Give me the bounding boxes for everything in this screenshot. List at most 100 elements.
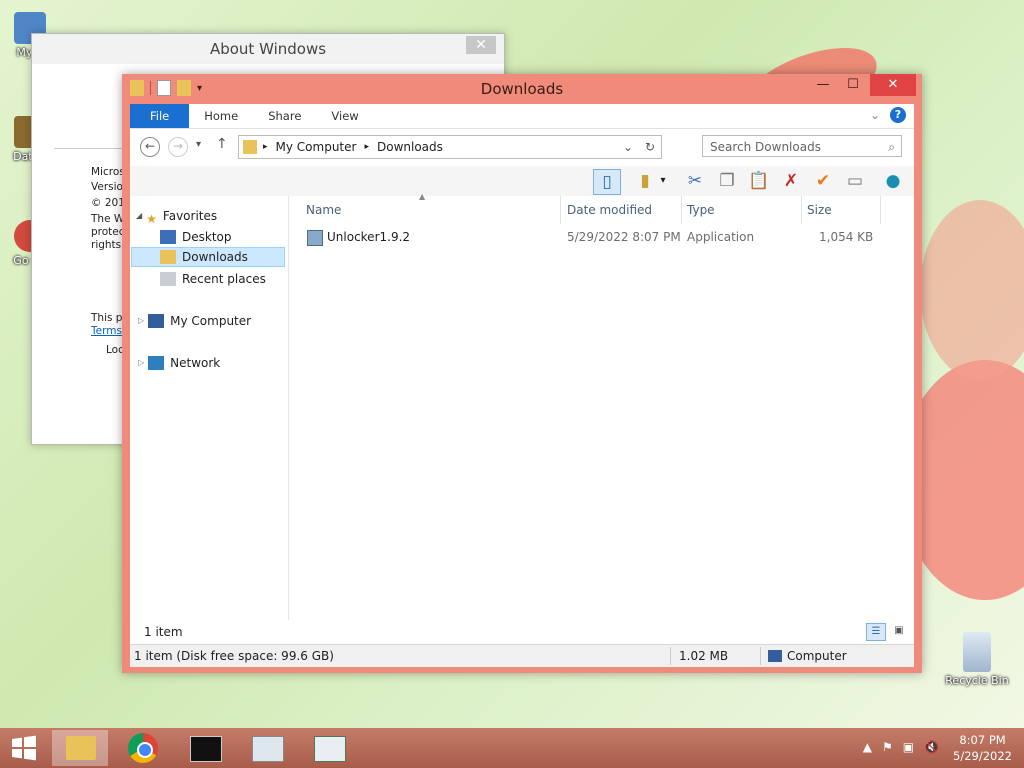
nav-recent-places[interactable]: Recent places xyxy=(160,269,266,289)
desktop-icon-label: Recycle Bin xyxy=(945,674,1009,687)
nav-label: My Computer xyxy=(170,314,252,328)
taskbar-explorer[interactable] xyxy=(52,730,108,766)
expand-ribbon-icon[interactable]: ⌄ xyxy=(870,108,880,122)
expand-arrow-icon[interactable]: ▷ xyxy=(138,311,144,331)
file-type: Application xyxy=(687,230,755,244)
column-divider xyxy=(801,196,802,224)
tab-view[interactable]: View xyxy=(316,104,373,128)
action-center-flag-icon[interactable]: ⚑ xyxy=(882,740,893,754)
delete-icon[interactable]: ✗ xyxy=(778,169,804,193)
monitor-icon xyxy=(252,736,284,762)
chevron-down-icon[interactable]: ▾ xyxy=(656,169,670,193)
volume-muted-icon[interactable]: 🔇 xyxy=(924,740,939,754)
explorer-window: ▾ Downloads — ☐ ✕ File Home Share View ⌄… xyxy=(122,74,922,673)
star-icon: ★ xyxy=(146,212,157,226)
tab-file[interactable]: File xyxy=(130,104,190,128)
breadcrumb-downloads[interactable]: Downloads xyxy=(377,140,443,154)
nav-favorites[interactable]: ◢ ★ Favorites xyxy=(136,206,217,226)
maximize-button[interactable]: ☐ xyxy=(838,74,868,96)
breadcrumb-my-computer[interactable]: My Computer xyxy=(276,140,357,154)
window-app-icon xyxy=(314,736,346,762)
back-button[interactable]: ← xyxy=(140,137,160,157)
about-text-line: © 201 xyxy=(91,197,125,209)
column-divider xyxy=(880,196,881,224)
select-folder-icon[interactable]: ▮ xyxy=(632,169,658,193)
taskbar-chrome[interactable] xyxy=(116,730,172,766)
about-titlebar[interactable]: About Windows ✕ xyxy=(32,34,504,64)
nav-label: Network xyxy=(170,356,221,370)
search-input[interactable]: Search Downloads ⌕ xyxy=(702,135,902,157)
item-count-bar: 1 item ☰ ▣ xyxy=(130,620,914,644)
taskbar: ▲ ⚑ ▣ 🔇 8:07 PM 5/29/2022 xyxy=(0,728,1024,768)
item-count: 1 item xyxy=(144,625,183,639)
taskbar-performance-monitor[interactable] xyxy=(240,730,296,766)
column-header-type[interactable]: Type xyxy=(687,200,715,220)
about-terms-link[interactable]: Terms xyxy=(91,325,122,337)
tab-share[interactable]: Share xyxy=(253,104,316,128)
column-header-name[interactable]: Name xyxy=(306,200,341,220)
nav-downloads[interactable]: Downloads xyxy=(131,247,285,267)
wallpaper-petal xyxy=(920,200,1024,380)
file-row[interactable]: Unlocker1.9.2 5/29/2022 8:07 PM Applicat… xyxy=(299,226,879,248)
nav-network[interactable]: ▷ Network xyxy=(138,353,220,373)
status-location: Computer xyxy=(787,649,847,663)
file-size: 1,054 KB xyxy=(819,230,874,244)
collapse-arrow-icon[interactable]: ◢ xyxy=(136,206,142,226)
file-date: 5/29/2022 8:07 PM xyxy=(567,230,681,244)
clock[interactable]: 8:07 PM 5/29/2022 xyxy=(953,732,1012,764)
ribbon-right: ⌄ ? xyxy=(870,107,906,123)
address-bar-row: ← → ▾ ↑ ▸ My Computer ▸ Downloads ⌄ ↻ Se… xyxy=(130,128,914,167)
expand-arrow-icon[interactable]: ▷ xyxy=(138,353,144,373)
show-hidden-icons-icon[interactable]: ▲ xyxy=(863,740,872,754)
preview-pane-icon[interactable]: ▯ xyxy=(593,169,621,195)
column-divider xyxy=(681,196,682,224)
details-view-icon[interactable]: ☰ xyxy=(866,623,886,641)
large-icons-view-icon[interactable]: ▣ xyxy=(890,623,908,639)
start-button[interactable] xyxy=(0,730,48,766)
about-title: About Windows xyxy=(209,40,327,58)
nav-my-computer[interactable]: ▷ My Computer xyxy=(138,311,251,331)
help-button[interactable]: ? xyxy=(890,107,906,123)
desktop-icon-recycle-bin[interactable]: Recycle Bin xyxy=(942,632,1012,687)
breadcrumb-separator: ▸ xyxy=(263,142,268,152)
tab-home[interactable]: Home xyxy=(189,104,253,128)
about-text-line: protec xyxy=(91,226,125,238)
checkmark-icon[interactable]: ✔ xyxy=(810,169,836,193)
column-header-date[interactable]: Date modified xyxy=(567,200,652,220)
folder-icon xyxy=(243,140,257,154)
taskbar-command-prompt[interactable] xyxy=(178,730,234,766)
status-selected-size: 1.02 MB xyxy=(679,649,729,663)
copy-icon[interactable]: ❐ xyxy=(714,169,740,193)
refresh-icon[interactable]: ↻ xyxy=(645,140,655,154)
computer-icon xyxy=(148,314,165,328)
recycle-bin-icon xyxy=(963,632,991,672)
address-input[interactable]: ▸ My Computer ▸ Downloads ⌄ ↻ xyxy=(238,135,662,159)
nav-label: Favorites xyxy=(162,209,218,223)
divider xyxy=(670,647,671,665)
nav-desktop[interactable]: Desktop xyxy=(160,227,232,247)
file-list: ▲ Name Date modified Type Size Unlocker1… xyxy=(289,192,914,620)
status-bar: 1 item (Disk free space: 99.6 GB) 1.02 M… xyxy=(130,644,914,667)
clock-time: 8:07 PM xyxy=(959,733,1006,747)
recent-locations-icon[interactable]: ▾ xyxy=(196,139,201,150)
desktop-icon xyxy=(160,230,176,244)
ribbon-tabs: File Home Share View ⌄ ? xyxy=(130,104,914,128)
globe-icon[interactable]: ● xyxy=(880,169,906,193)
divider xyxy=(760,647,761,665)
up-button[interactable]: ↑ xyxy=(216,136,228,152)
paste-icon[interactable]: 📋 xyxy=(746,169,772,193)
window-title: Downloads xyxy=(480,80,564,98)
forward-button[interactable]: → xyxy=(168,137,188,157)
about-close-button[interactable]: ✕ xyxy=(466,36,496,54)
taskbar-app[interactable] xyxy=(302,730,358,766)
command-toolbar: ▯ ▮ ▾ ✂ ❐ 📋 ✗ ✔ ▭ ● xyxy=(130,166,914,196)
address-dropdown-icon[interactable]: ⌄ xyxy=(623,140,633,154)
nav-label: Downloads xyxy=(182,250,248,264)
search-icon: ⌕ xyxy=(888,140,895,154)
column-header-size[interactable]: Size xyxy=(807,200,832,220)
close-button[interactable]: ✕ xyxy=(870,74,916,96)
cut-icon[interactable]: ✂ xyxy=(682,169,708,193)
network-status-icon[interactable]: ▣ xyxy=(903,740,914,754)
minimize-button[interactable]: — xyxy=(808,74,838,96)
rename-icon[interactable]: ▭ xyxy=(842,169,868,193)
